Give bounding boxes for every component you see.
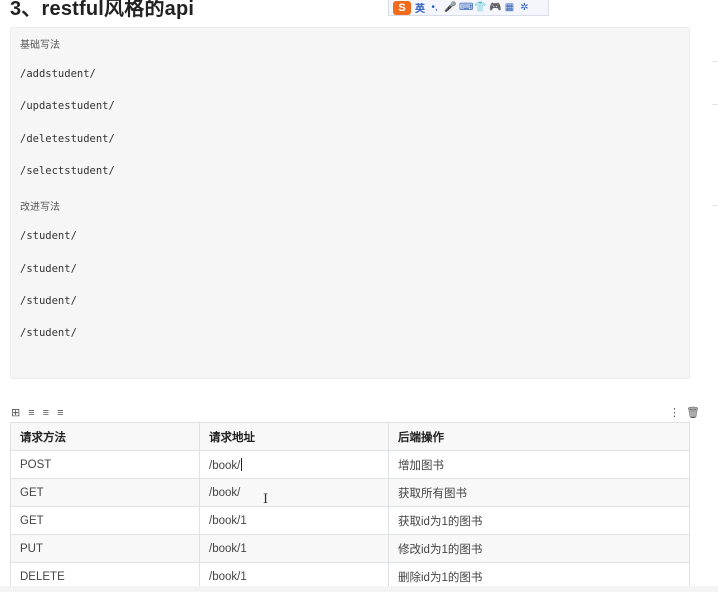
code-line: /deletestudent/ xyxy=(20,133,115,145)
punctuation-icon[interactable]: •, xyxy=(429,2,440,13)
microphone-icon[interactable]: 🎤 xyxy=(444,2,456,13)
table-cell[interactable]: 获取id为1的图书 xyxy=(388,506,690,535)
code-line: /student/ xyxy=(20,230,77,242)
code-block[interactable]: 基础写法 /addstudent/ /updatestudent/ /delet… xyxy=(10,27,690,379)
table-cell[interactable]: /book/ xyxy=(199,450,389,479)
api-table[interactable]: 请求方法 请求地址 后端操作 POST /book/ 增加图书 GET /boo… xyxy=(10,422,690,591)
delete-icon[interactable]: 🗑 xyxy=(686,408,700,419)
apps-icon[interactable]: ▦ xyxy=(504,2,515,13)
ime-toolbar[interactable]: S 英 •, 🎤 ⌨ 👕 🎮 ▦ ✲ xyxy=(388,0,549,16)
cell-text: /book/ xyxy=(209,459,241,472)
code-line: /addstudent/ xyxy=(20,68,96,80)
table-toolbar-right: ⋮ 🗑 xyxy=(669,408,700,419)
table-cell[interactable]: /book/1 xyxy=(199,534,389,563)
table-row: GET /book/ 获取所有图书 xyxy=(10,478,690,507)
table-row: GET /book/1 获取id为1的图书 xyxy=(10,506,690,535)
code-line: /updatestudent/ xyxy=(20,100,115,112)
table-cell[interactable]: 修改id为1的图书 xyxy=(388,534,690,563)
grid-icon[interactable]: ⊞ xyxy=(11,408,20,419)
align-left-icon[interactable]: ≡ xyxy=(28,408,34,419)
code-line: /student/ xyxy=(20,295,77,307)
settings-icon[interactable]: ✲ xyxy=(519,2,530,13)
column-header[interactable]: 请求方法 xyxy=(10,422,200,451)
text-caret xyxy=(241,457,243,471)
table-cell[interactable]: GET xyxy=(10,478,200,507)
ime-language-toggle[interactable]: 英 xyxy=(415,0,425,15)
column-header[interactable]: 后端操作 xyxy=(388,422,690,451)
align-center-icon[interactable]: ≡ xyxy=(43,408,49,419)
table-cell[interactable]: PUT xyxy=(10,534,200,563)
code-line: /student/ xyxy=(20,327,77,339)
game-icon[interactable]: 🎮 xyxy=(489,2,501,13)
table-toolbar-left: ⊞ ≡ ≡ ≡ xyxy=(11,408,63,419)
code-line: 基础写法 xyxy=(20,40,60,51)
edge-divider xyxy=(712,104,718,105)
table-header-row: 请求方法 请求地址 后端操作 xyxy=(10,422,690,451)
table-cell[interactable]: 增加图书 xyxy=(388,450,690,479)
more-icon[interactable]: ⋮ xyxy=(669,408,680,419)
table-row: PUT /book/1 修改id为1的图书 xyxy=(10,534,690,563)
column-header[interactable]: 请求地址 xyxy=(199,422,389,451)
edge-divider xyxy=(712,205,718,206)
code-line: /student/ xyxy=(20,263,77,275)
mouse-ibeam-cursor: I xyxy=(263,492,269,507)
skin-icon[interactable]: 👕 xyxy=(474,2,486,13)
table-cell[interactable]: 获取所有图书 xyxy=(388,478,690,507)
sogou-logo-icon[interactable]: S xyxy=(393,0,411,15)
align-right-icon[interactable]: ≡ xyxy=(57,408,63,419)
section-heading: 3、restful风格的api xyxy=(10,0,195,20)
code-line: 改进写法 xyxy=(20,202,60,213)
table-cell[interactable]: GET xyxy=(10,506,200,535)
table-cell[interactable]: POST xyxy=(10,450,200,479)
edge-divider xyxy=(712,61,718,62)
table-row: POST /book/ 增加图书 xyxy=(10,450,690,479)
code-line: /selectstudent/ xyxy=(20,165,115,177)
bottom-strip xyxy=(0,586,718,592)
table-cell[interactable]: /book/1 xyxy=(199,506,389,535)
table-cell[interactable]: /book/ xyxy=(199,478,389,507)
keyboard-icon[interactable]: ⌨ xyxy=(459,2,473,13)
